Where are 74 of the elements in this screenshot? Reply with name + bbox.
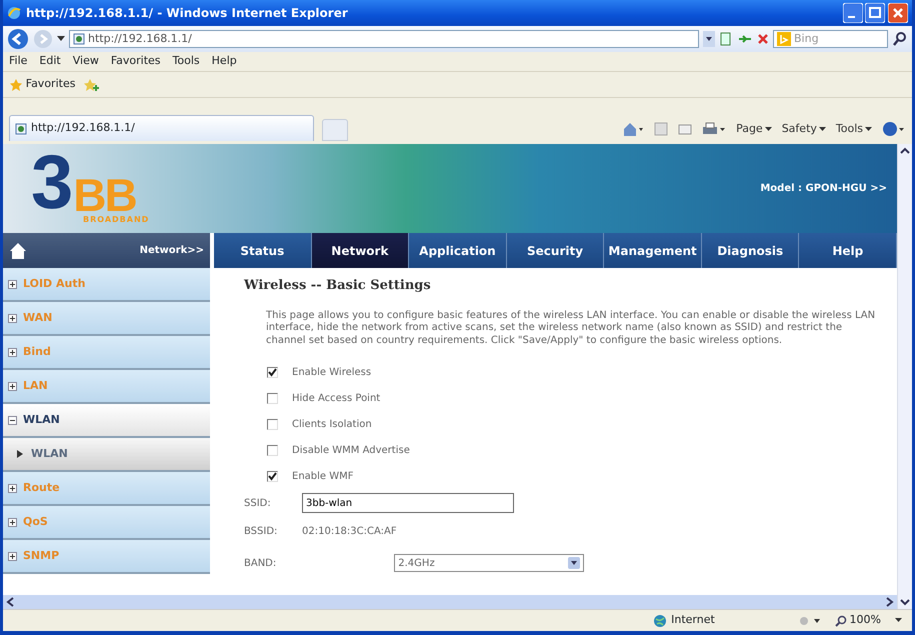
printer-icon[interactable] xyxy=(702,122,726,136)
scroll-left-icon[interactable] xyxy=(6,597,14,607)
search-icon[interactable] xyxy=(892,31,908,47)
band-dropdown[interactable]: 2.4GHz xyxy=(394,554,584,572)
menu-item[interactable]: Help xyxy=(212,53,237,70)
command-menu-button[interactable]: Safety xyxy=(782,120,826,138)
globe-icon xyxy=(653,614,668,628)
model-label: Model : GPON-HGU >> xyxy=(760,182,887,196)
checkbox[interactable] xyxy=(267,444,278,456)
dropdown-arrow-icon[interactable] xyxy=(57,36,65,42)
address-field[interactable]: http://192.168.1.1/ xyxy=(69,30,699,48)
nav-tab[interactable]: Network xyxy=(312,233,410,268)
page-icon xyxy=(73,33,85,45)
check-icon xyxy=(268,368,277,377)
field-label: BSSID: xyxy=(244,524,278,539)
zoom-button[interactable]: 100% xyxy=(834,612,881,629)
command-menu-button[interactable]: Page xyxy=(736,120,772,138)
search-provider-icon xyxy=(777,32,791,46)
checkbox[interactable] xyxy=(267,470,278,482)
triangle-icon xyxy=(17,450,23,458)
scroll-right-icon[interactable] xyxy=(886,597,894,607)
favorites-button[interactable]: Favorites xyxy=(9,76,76,93)
checkbox-label: Hide Access Point xyxy=(292,392,380,406)
field-label: SSID: xyxy=(244,496,272,511)
logo-tagline: BROADBAND xyxy=(83,216,150,224)
window-title: http://192.168.1.1/ - Windows Internet Explorer xyxy=(26,5,348,22)
description-text: This page allows you to configure basic features of the wireless LAN interface. You can enable or disable the wireless LAN interface, hide the network from active scans, set the wireless network name (also known as SSID) and restrict the channel set based on country requirements. Click "Save/Apply" to configure the basic wireless options. xyxy=(266,310,876,348)
menu-item[interactable]: File xyxy=(9,53,28,70)
field-label: BAND: xyxy=(244,556,276,571)
home-icon[interactable] xyxy=(9,242,27,260)
add-favorite-icon[interactable] xyxy=(83,78,100,92)
checkbox[interactable] xyxy=(267,418,278,430)
vertical-scrollbar[interactable] xyxy=(897,144,912,609)
checkbox-label: Disable WMM Advertise xyxy=(292,444,410,458)
page-icon xyxy=(15,122,27,134)
nav-tab[interactable]: Diagnosis xyxy=(702,233,800,268)
breadcrumb-text: Network>> xyxy=(140,244,204,258)
sidebar-subitem[interactable]: WLAN xyxy=(3,438,210,472)
menu-item[interactable]: View xyxy=(72,53,99,70)
logo-letters: BB xyxy=(73,177,136,214)
command-menu-button[interactable]: Tools xyxy=(836,120,872,138)
menu-item[interactable]: Edit xyxy=(39,53,61,70)
check-icon xyxy=(268,472,277,481)
nav-tab[interactable]: Application xyxy=(409,233,507,268)
magnifier-icon xyxy=(834,614,847,626)
checkbox[interactable] xyxy=(267,392,278,404)
close-button[interactable] xyxy=(888,3,908,23)
page-heading: Wireless -- Basic Settings xyxy=(244,278,432,294)
caret-icon xyxy=(865,126,872,132)
caret-icon xyxy=(818,126,826,132)
nav-tab[interactable]: Management xyxy=(604,233,702,268)
minimize-button[interactable] xyxy=(842,3,862,23)
back-button[interactable] xyxy=(7,28,29,50)
stop-icon[interactable] xyxy=(757,33,769,45)
horizontal-scrollbar[interactable] xyxy=(3,595,897,609)
nav-tab[interactable]: Status xyxy=(214,233,312,268)
nav-tab[interactable]: Help xyxy=(799,233,898,268)
maximize-button[interactable] xyxy=(865,3,886,23)
logo-numeral: 3 xyxy=(31,153,74,214)
bssid-value: 02:10:18:3C:CA:AF xyxy=(302,524,397,539)
menu-item[interactable]: Tools xyxy=(172,53,200,70)
caret-icon[interactable] xyxy=(895,618,902,623)
checkbox-label: Enable Wireless xyxy=(292,366,372,380)
browser-tab[interactable]: http://192.168.1.1/ xyxy=(9,115,314,141)
browser-logo-icon xyxy=(7,6,21,20)
checkbox[interactable] xyxy=(267,366,278,378)
security-zone-text: Internet xyxy=(671,612,715,628)
menu-item[interactable]: Favorites xyxy=(110,53,161,70)
checkbox-label: Enable WMF xyxy=(292,470,354,484)
caret-icon xyxy=(764,126,772,132)
checkbox-label: Clients Isolation xyxy=(292,418,372,432)
star-icon xyxy=(9,78,23,92)
nav-tab[interactable]: Security xyxy=(506,233,604,268)
ssid-field[interactable]: 3bb-wlan xyxy=(302,493,514,514)
